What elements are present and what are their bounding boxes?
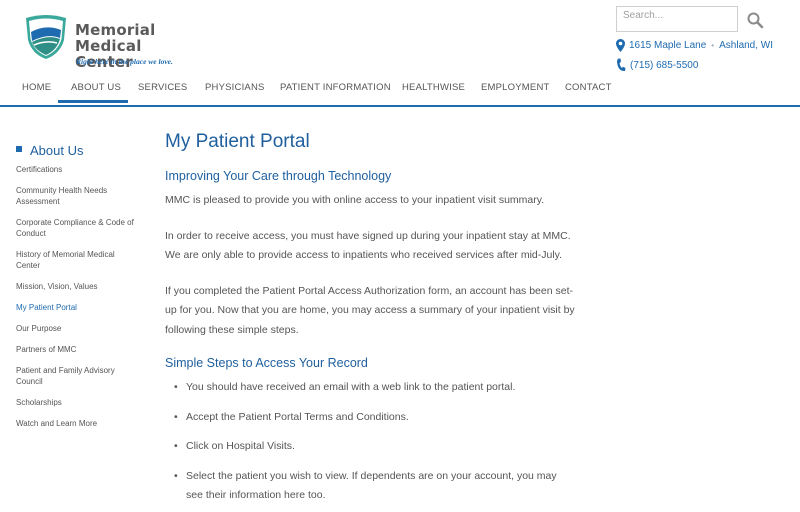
map-pin-icon <box>616 39 625 52</box>
nav-patient-information[interactable]: PATIENT INFORMATION <box>280 82 391 93</box>
sidebar-item-watch-learn[interactable]: Watch and Learn More <box>16 418 136 429</box>
nav-contact[interactable]: CONTACT <box>565 82 612 93</box>
step-item: Select the patient you wish to view. If … <box>165 467 575 506</box>
logo-shield-icon <box>26 15 66 59</box>
sidebar-item-patient-portal[interactable]: My Patient Portal <box>16 302 136 313</box>
search-icon[interactable] <box>746 11 764 29</box>
sidebar-item-advisory-council[interactable]: Patient and Family Advisory Council <box>16 365 136 387</box>
nav-home[interactable]: HOME <box>22 82 51 93</box>
sidebar-heading[interactable]: About Us <box>16 143 136 158</box>
sidebar-heading-label: About Us <box>30 143 84 158</box>
authorization-paragraph: If you completed the Patient Portal Acce… <box>165 284 575 336</box>
site-logo[interactable]: Memorial Medical Center Right here in th… <box>22 14 192 70</box>
sidebar-item-history[interactable]: History of Memorial Medical Center <box>16 249 136 271</box>
sidebar-item-certifications[interactable]: Certifications <box>16 164 136 175</box>
steps-list: You should have received an email with a… <box>165 378 575 506</box>
sidebar-item-partners[interactable]: Partners of MMC <box>16 344 136 355</box>
main-content: My Patient Portal Improving Your Care th… <box>165 131 575 512</box>
step-item: Accept the Patient Portal Terms and Cond… <box>165 408 575 428</box>
step-item: You should have received an email with a… <box>165 378 575 398</box>
nav-active-indicator <box>58 100 128 103</box>
page-title: My Patient Portal <box>165 131 310 152</box>
section-title-improving-care: Improving Your Care through Technology <box>165 169 392 183</box>
nav-services[interactable]: SERVICES <box>138 82 187 93</box>
sidebar-item-mission[interactable]: Mission, Vision, Values <box>16 281 136 292</box>
nav-employment[interactable]: EMPLOYMENT <box>481 82 550 93</box>
nav-physicians[interactable]: PHYSICIANS <box>205 82 265 93</box>
intro-paragraph: MMC is pleased to provide you with onlin… <box>165 194 545 206</box>
sidebar-item-community-health[interactable]: Community Health Needs Assessment <box>16 185 136 207</box>
logo-line1: Memorial <box>75 21 156 39</box>
address-separator: • <box>711 41 715 50</box>
address-city[interactable]: Ashland, WI <box>719 40 773 51</box>
nav-healthwise[interactable]: HEALTHWISE <box>402 82 465 93</box>
nav-about-us[interactable]: ABOUT US <box>71 82 121 93</box>
nav-divider <box>0 105 800 107</box>
phone-row: (715) 685-5500 <box>616 58 698 72</box>
logo-tagline: Right here in the place we love. <box>76 57 173 66</box>
sidebar-list: Certifications Community Health Needs As… <box>16 164 136 429</box>
section-title-simple-steps: Simple Steps to Access Your Record <box>165 356 368 370</box>
square-bullet-icon <box>16 146 22 152</box>
phone-icon <box>617 58 626 72</box>
sidebar-item-scholarships[interactable]: Scholarships <box>16 397 136 408</box>
sidebar-item-our-purpose[interactable]: Our Purpose <box>16 323 136 334</box>
search-input[interactable] <box>616 6 738 32</box>
sidebar: About Us Certifications Community Health… <box>16 143 136 439</box>
address-street[interactable]: 1615 Maple Lane <box>629 40 706 51</box>
step-item: Click on Hospital Visits. <box>165 437 575 457</box>
access-paragraph: In order to receive access, you must hav… <box>165 229 571 262</box>
address-row: 1615 Maple Lane • Ashland, WI <box>616 39 773 52</box>
main-nav: HOME ABOUT US SERVICES PHYSICIANS PATIEN… <box>0 78 800 106</box>
sidebar-item-corporate-compliance[interactable]: Corporate Compliance & Code of Conduct <box>16 217 136 239</box>
phone-number[interactable]: (715) 685-5500 <box>630 60 698 71</box>
